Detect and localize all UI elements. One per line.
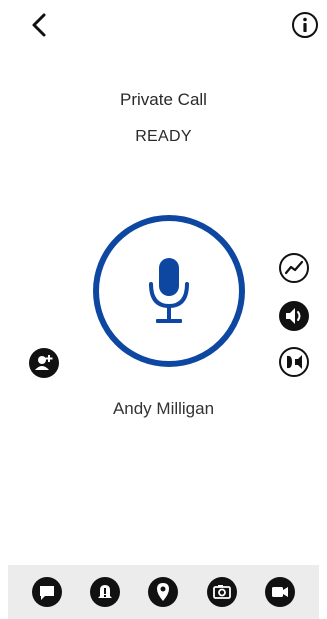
call-status-label: READY — [135, 128, 192, 145]
call-type-label: Private Call — [120, 90, 207, 109]
camera-button[interactable] — [204, 574, 240, 610]
add-participant-button[interactable] — [27, 346, 61, 380]
signal-trend-button[interactable] — [277, 251, 311, 285]
camera-icon — [206, 577, 237, 607]
video-button[interactable] — [262, 574, 298, 610]
chevron-left-icon — [32, 13, 46, 37]
video-icon — [264, 577, 295, 607]
info-button[interactable] — [288, 8, 322, 42]
location-pin-icon — [148, 577, 179, 607]
signal-trend-icon — [279, 253, 309, 283]
earpiece-speaker-icon — [279, 347, 309, 377]
message-icon — [32, 577, 63, 607]
message-button[interactable] — [29, 574, 65, 610]
bottom-action-bar — [8, 565, 319, 619]
speaker-button[interactable] — [277, 299, 311, 333]
speaker-volume-icon — [279, 301, 309, 331]
push-to-talk-button[interactable] — [93, 215, 245, 367]
microphone-icon — [149, 258, 189, 323]
alert-button[interactable] — [87, 574, 123, 610]
add-user-icon — [29, 348, 59, 378]
contact-name: Andy Milligan — [112, 399, 215, 418]
location-button[interactable] — [145, 574, 181, 610]
alert-icon — [90, 577, 121, 607]
back-button[interactable] — [22, 8, 56, 42]
earpiece-button[interactable] — [277, 345, 311, 379]
info-circle-icon — [292, 12, 318, 38]
